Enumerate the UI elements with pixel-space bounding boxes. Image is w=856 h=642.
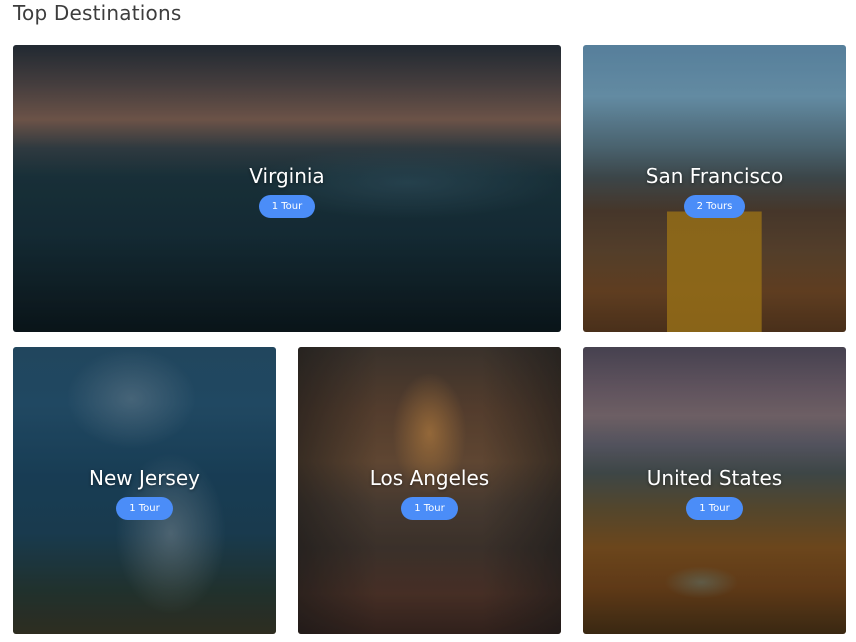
destination-card-united-states[interactable]: United States 1 Tour [583, 347, 846, 634]
destination-name[interactable]: Virginia [13, 163, 561, 189]
destination-card-new-jersey[interactable]: New Jersey 1 Tour [13, 347, 276, 634]
destination-card-los-angeles[interactable]: Los Angeles 1 Tour [298, 347, 561, 634]
destination-card-san-francisco[interactable]: San Francisco 2 Tours [583, 45, 846, 332]
section-title: Top Destinations [13, 1, 182, 25]
destination-name[interactable]: United States [583, 465, 846, 491]
tour-count-badge[interactable]: 1 Tour [116, 496, 173, 520]
destination-name[interactable]: San Francisco [583, 163, 846, 189]
tour-count-badge[interactable]: 1 Tour [258, 194, 316, 218]
tour-count-badge[interactable]: 2 Tours [683, 194, 746, 218]
tour-count-badge[interactable]: 1 Tour [401, 496, 458, 520]
destination-name[interactable]: New Jersey [13, 465, 276, 491]
tour-count-badge[interactable]: 1 Tour [686, 496, 743, 520]
destination-name[interactable]: Los Angeles [298, 465, 561, 491]
destination-card-virginia[interactable]: Virginia 1 Tour [13, 45, 561, 332]
